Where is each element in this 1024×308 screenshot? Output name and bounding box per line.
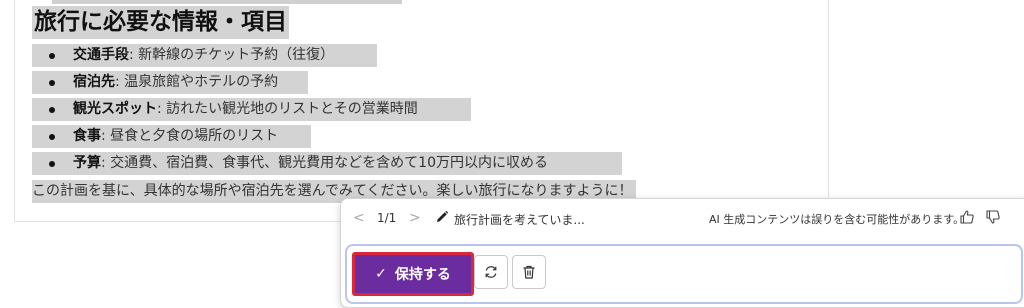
- bullet-icon: [49, 53, 55, 59]
- bullet-icon: [49, 161, 55, 167]
- bullet-icon: [49, 134, 55, 140]
- bullet-label: 宿泊先: [73, 74, 115, 90]
- trash-icon: [523, 265, 535, 279]
- bullet-label: 交通手段: [73, 47, 129, 63]
- bullet-icon: [49, 107, 55, 113]
- bullet-text: : 温泉旅館やホテルの予約: [115, 74, 279, 90]
- regenerate-button[interactable]: [474, 255, 508, 289]
- delete-button[interactable]: [512, 255, 546, 289]
- keep-button[interactable]: ✓ 保持する: [352, 252, 474, 296]
- bullet-text: : 交通費、宿泊費、食事代、観光費用などを含めて10万円以内に収める: [101, 155, 548, 171]
- action-bar: ✓ 保持する: [345, 244, 1023, 304]
- keep-button-label: 保持する: [394, 267, 451, 283]
- regenerate-icon: [485, 266, 497, 278]
- thumbs-up-icon[interactable]: [959, 209, 975, 225]
- ai-disclaimer: AI 生成コンテンツは誤りを含む可能性があります。: [709, 213, 965, 226]
- bullet-label: 予算: [73, 155, 101, 171]
- selection-fragment: [52, 0, 402, 4]
- bullet-label: 食事: [73, 128, 101, 144]
- bullet-label: 観光スポット: [73, 101, 157, 117]
- check-icon: ✓: [375, 266, 387, 282]
- list-item[interactable]: 食事: 昼食と夕食の場所のリスト: [32, 123, 632, 150]
- list-item[interactable]: 交通手段: 新幹線のチケット予約（往復）: [32, 42, 632, 69]
- bullet-text: : 訪れたい観光地のリストとその営業時間: [157, 101, 418, 117]
- thumbs-down-icon[interactable]: [985, 209, 1001, 225]
- list-item[interactable]: 観光スポット: 訪れたい観光地のリストとその営業時間: [32, 96, 632, 123]
- page-counter: 1/1: [377, 211, 397, 225]
- list-item[interactable]: 予算: 交通費、宿泊費、食事代、観光費用などを含めて10万円以内に収める: [32, 150, 632, 177]
- document-heading[interactable]: 旅行に必要な情報・項目: [32, 6, 289, 39]
- next-button[interactable]: >: [409, 210, 421, 226]
- bullet-list: 交通手段: 新幹線のチケット予約（往復） 宿泊先: 温泉旅館やホテルの予約 観光…: [32, 42, 632, 177]
- bullet-icon: [49, 80, 55, 86]
- bullet-text: : 新幹線のチケット予約（往復）: [129, 47, 335, 63]
- pencil-icon: [437, 210, 449, 222]
- previous-button[interactable]: <: [353, 210, 365, 226]
- list-item[interactable]: 宿泊先: 温泉旅館やホテルの予約: [32, 69, 632, 96]
- prompt-text[interactable]: 旅行計画を考えていま...: [454, 211, 585, 228]
- popup-header: < 1/1 > 旅行計画を考えていま... AI 生成コンテンツは誤りを含む可能…: [341, 199, 1024, 239]
- bullet-text: : 昼食と夕食の場所のリスト: [101, 128, 279, 144]
- copilot-popup: < 1/1 > 旅行計画を考えていま... AI 生成コンテンツは誤りを含む可能…: [340, 198, 1024, 308]
